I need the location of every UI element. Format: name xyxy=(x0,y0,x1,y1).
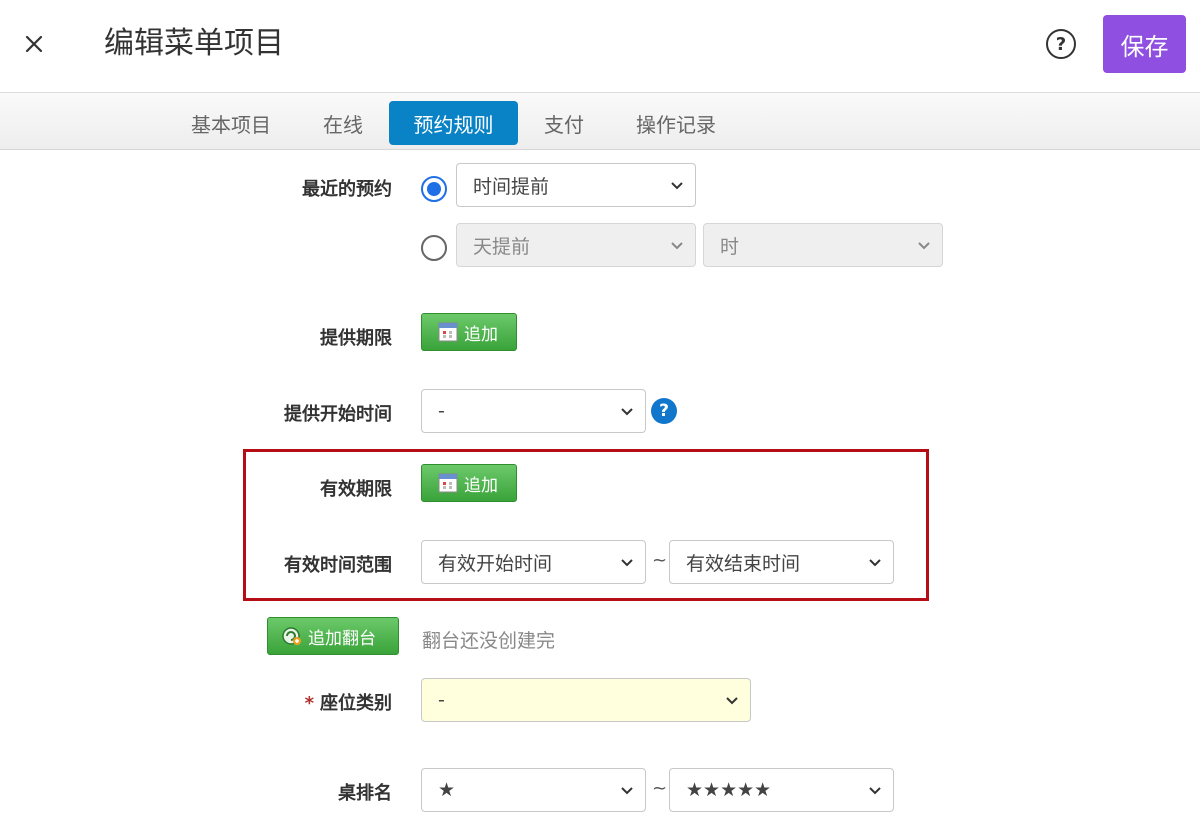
add-offer-period-label: 追加 xyxy=(464,324,498,345)
help-question-icon[interactable]: ? xyxy=(651,398,677,424)
seat-type-text: 座位类别 xyxy=(320,693,392,714)
advance-time-value: 时间提前 xyxy=(473,175,550,198)
close-icon[interactable] xyxy=(20,30,48,58)
tab-basic[interactable]: 基本项目 xyxy=(180,101,282,145)
chevron-down-icon xyxy=(918,242,930,250)
seat-type-value: - xyxy=(438,689,445,711)
rank-max-value: ★★★★★ xyxy=(686,779,772,801)
chevron-down-icon xyxy=(621,408,633,416)
recent-booking-radio-days[interactable] xyxy=(421,235,447,261)
calendar-icon xyxy=(438,473,458,493)
help-icon[interactable]: ? xyxy=(1046,29,1076,59)
chevron-down-icon xyxy=(671,182,683,190)
table-rank-label: 桌排名 xyxy=(338,783,392,804)
chevron-down-icon xyxy=(869,787,881,795)
calendar-icon xyxy=(438,322,458,342)
offer-period-label: 提供期限 xyxy=(320,328,392,349)
tab-booking-rules[interactable]: 预约规则 xyxy=(389,101,518,145)
tab-online[interactable]: 在线 xyxy=(308,101,378,145)
rank-max-select[interactable]: ★★★★★ xyxy=(669,768,894,812)
chevron-down-icon xyxy=(621,559,633,567)
offer-start-select[interactable]: - xyxy=(421,389,646,433)
add-valid-period-button[interactable]: 追加 xyxy=(421,464,517,502)
rank-separator: ~ xyxy=(652,778,668,799)
add-offer-period-button[interactable]: 追加 xyxy=(421,313,517,351)
chevron-down-icon xyxy=(869,559,881,567)
offer-start-value: - xyxy=(438,400,445,422)
chevron-down-icon xyxy=(671,242,683,250)
tab-bar: 基本项目 在线 预约规则 支付 操作记录 xyxy=(0,92,1200,150)
tab-payment[interactable]: 支付 xyxy=(530,101,598,145)
valid-period-label: 有效期限 xyxy=(320,479,392,500)
advance-hour-select[interactable]: 时 xyxy=(703,223,943,267)
advance-hour-value: 时 xyxy=(720,235,740,258)
add-turnover-icon xyxy=(282,627,301,645)
valid-start-select[interactable]: 有效开始时间 xyxy=(421,540,646,584)
page-title: 编辑菜单项目 xyxy=(104,26,284,61)
rank-min-select[interactable]: ★ xyxy=(421,768,646,812)
recent-booking-radio-time[interactable] xyxy=(421,176,447,202)
add-valid-period-label: 追加 xyxy=(464,475,498,496)
add-turnover-button[interactable]: 追加翻台 xyxy=(267,617,399,655)
recent-booking-label: 最近的预约 xyxy=(302,179,392,200)
save-button[interactable]: 保存 xyxy=(1103,15,1186,73)
seat-type-select[interactable]: - xyxy=(421,678,751,722)
chevron-down-icon xyxy=(726,697,738,705)
turnover-note: 翻台还没创建完 xyxy=(422,630,556,652)
advance-time-select[interactable]: 时间提前 xyxy=(456,163,696,207)
valid-end-select[interactable]: 有效结束时间 xyxy=(669,540,894,584)
valid-start-value: 有效开始时间 xyxy=(438,552,553,575)
valid-range-label: 有效时间范围 xyxy=(284,555,392,576)
chevron-down-icon xyxy=(621,787,633,795)
range-separator: ~ xyxy=(652,550,668,571)
advance-days-value: 天提前 xyxy=(473,235,531,258)
offer-start-label: 提供开始时间 xyxy=(284,404,392,425)
header: 编辑菜单项目 ? 保存 xyxy=(0,0,1200,92)
advance-days-select[interactable]: 天提前 xyxy=(456,223,696,267)
tab-operation-log[interactable]: 操作记录 xyxy=(620,101,732,145)
rank-min-value: ★ xyxy=(438,779,456,801)
valid-end-value: 有效结束时间 xyxy=(686,552,801,575)
required-mark: * xyxy=(304,693,314,714)
add-turnover-label: 追加翻台 xyxy=(308,628,376,649)
seat-type-label: * 座位类别 xyxy=(152,689,392,715)
